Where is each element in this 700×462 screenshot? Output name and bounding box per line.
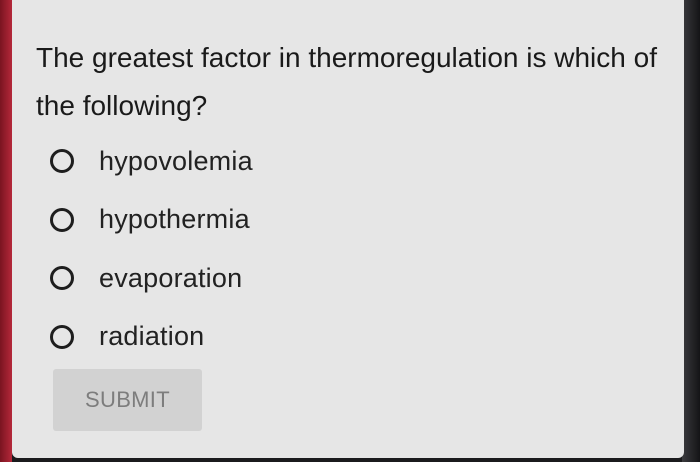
- radio-circle-icon[interactable]: [50, 149, 74, 174]
- option-label: evaporation: [99, 262, 243, 293]
- question-text: The greatest factor in thermoregulation …: [36, 42, 657, 121]
- radio-circle-icon[interactable]: [50, 207, 74, 232]
- option-radiation[interactable]: radiation: [50, 308, 253, 367]
- submit-button[interactable]: SUBMIT: [53, 369, 202, 431]
- radio-circle-icon[interactable]: [50, 266, 74, 291]
- option-evaporation[interactable]: evaporation: [50, 249, 253, 308]
- option-hypothermia[interactable]: hypothermia: [50, 191, 253, 250]
- option-label: hypothermia: [99, 204, 250, 235]
- answer-options: hypovolemia hypothermia evaporation radi…: [50, 132, 253, 366]
- device-bezel-left: [0, 0, 12, 462]
- option-label: radiation: [99, 321, 205, 352]
- device-bezel-right: [682, 0, 700, 462]
- option-hypovolemia[interactable]: hypovolemia: [50, 132, 253, 191]
- radio-circle-icon[interactable]: [50, 324, 74, 349]
- quiz-panel: The greatest factor in thermoregulation …: [12, 0, 684, 458]
- option-label: hypovolemia: [99, 145, 253, 176]
